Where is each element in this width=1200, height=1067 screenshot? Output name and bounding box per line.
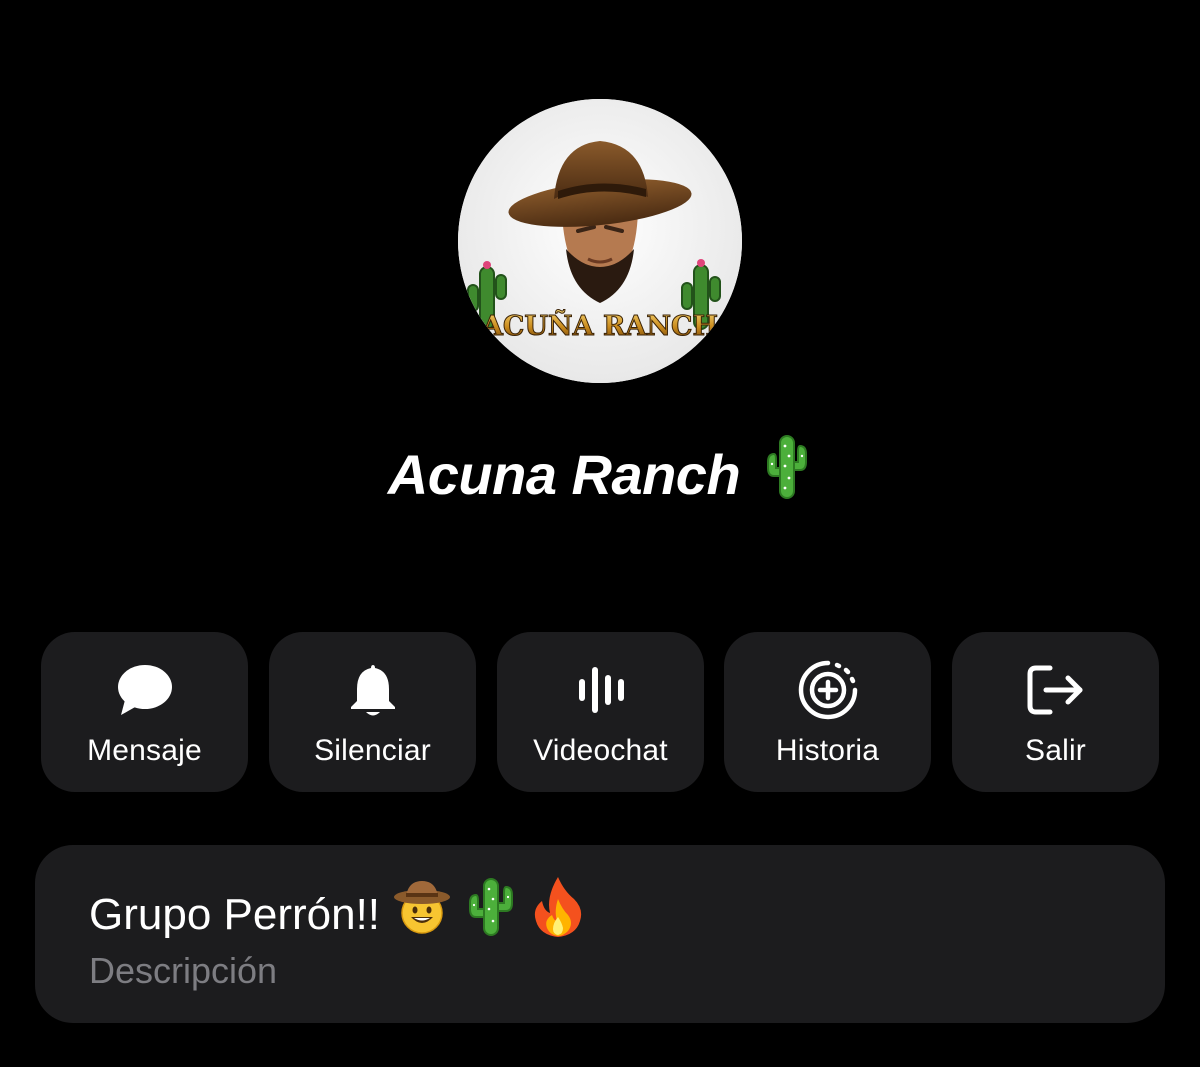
ranch-logo-image: ACUÑA RANCH (458, 99, 742, 383)
story-add-icon (724, 660, 931, 720)
cactus-emoji-icon (762, 432, 812, 518)
mute-label: Silenciar (314, 734, 431, 767)
bell-icon (269, 660, 476, 720)
fire-icon (530, 875, 586, 955)
cactus-icon (464, 875, 518, 955)
mute-button[interactable]: Silenciar (269, 632, 476, 792)
story-button[interactable]: Historia (724, 632, 931, 792)
audio-bars-icon (497, 660, 704, 720)
svg-text:ACUÑA RANCH: ACUÑA RANCH (481, 309, 718, 342)
videochat-label: Videochat (533, 734, 668, 767)
group-name-text: Acuna Ranch (387, 443, 741, 506)
message-bubble-icon (41, 660, 248, 720)
description-text[interactable]: Grupo Perrón!! (89, 875, 586, 955)
description-label: Descripción (89, 950, 278, 991)
group-title: Acuna Ranch (0, 432, 1200, 518)
videochat-button[interactable]: Videochat (497, 632, 704, 792)
leave-icon (952, 660, 1159, 720)
description-card[interactable]: Grupo Perrón!! Descripción (35, 845, 1165, 1023)
group-avatar[interactable]: ACUÑA RANCH (458, 99, 742, 383)
action-bar: Mensaje Silenciar Videochat Historia Sal… (41, 632, 1159, 792)
leave-label: Salir (1024, 734, 1086, 767)
message-button[interactable]: Mensaje (41, 632, 248, 792)
message-label: Mensaje (87, 734, 202, 767)
cowboy-hat-face-icon (392, 877, 452, 953)
description-value: Grupo Perrón!! (89, 890, 381, 939)
leave-button[interactable]: Salir (952, 632, 1159, 792)
story-label: Historia (775, 734, 880, 767)
